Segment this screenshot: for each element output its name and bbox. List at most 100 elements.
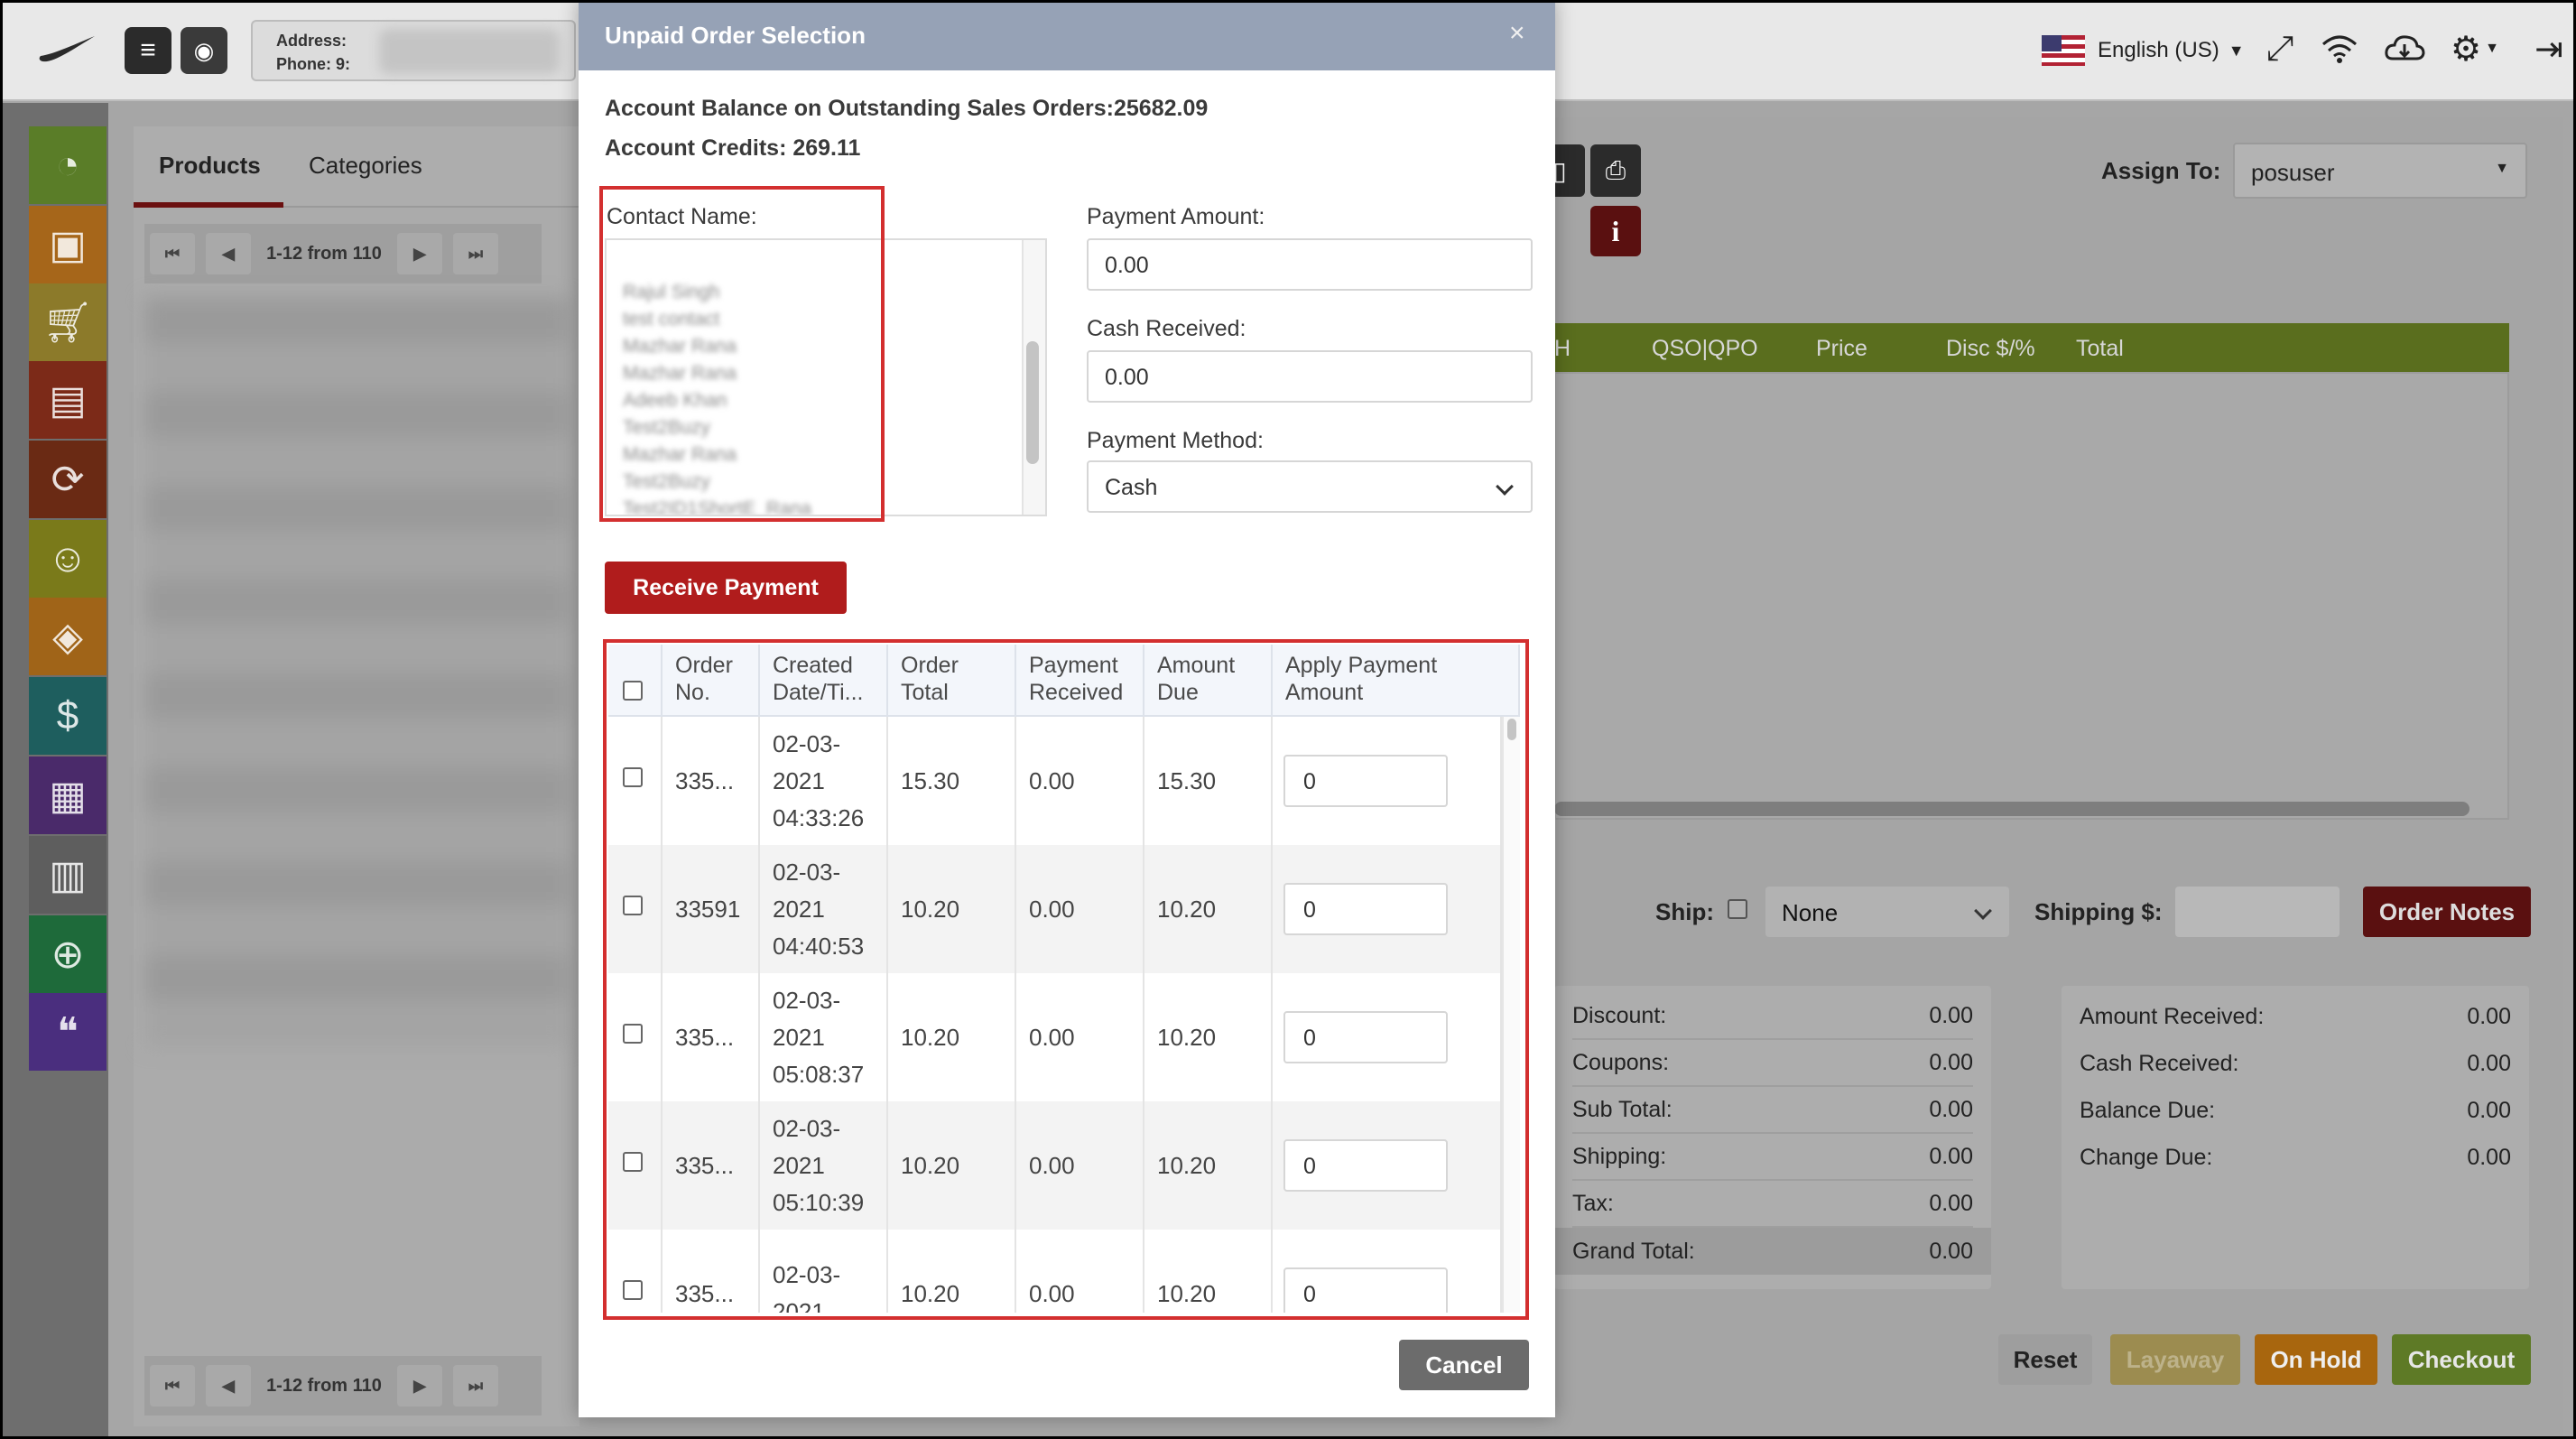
grand-total-row: Grand Total: 0.00 — [1554, 1228, 1991, 1275]
product-grid[interactable] — [144, 298, 569, 1047]
change-due-row: Change Due: 0.00 — [2080, 1134, 2511, 1181]
totals-right: Amount Received: 0.00 Cash Received: 0.00 … — [2062, 986, 2529, 1289]
document-icon[interactable]: ⎙ — [1590, 144, 1641, 197]
shipping-input[interactable] — [2175, 887, 2340, 937]
payment-method-select[interactable]: Cash — [1087, 460, 1533, 513]
total-label: Balance Due: — [2080, 1097, 2216, 1123]
shipping-row: Shipping: 0.00 — [1572, 1134, 1973, 1181]
language-selector[interactable]: English (US) ▼ — [2042, 32, 2245, 69]
checkout-button[interactable]: Checkout — [2392, 1334, 2531, 1385]
amount-received-row: Amount Received: 0.00 — [2080, 993, 2511, 1040]
tab-products[interactable]: Products — [159, 152, 261, 180]
reset-button[interactable]: Reset — [1998, 1334, 2092, 1385]
orders-highlight-box — [603, 639, 1529, 1320]
ship-value: None — [1782, 899, 1839, 926]
hamburger-icon: ≡ — [140, 35, 156, 65]
cart-scrollbar[interactable] — [1554, 802, 2469, 816]
cart-col: H — [1554, 336, 1571, 361]
last-page-icon[interactable]: ⏭ — [453, 233, 498, 274]
cloud-download-icon[interactable] — [2383, 27, 2426, 70]
sidebar-customers-icon[interactable]: ☺ — [29, 520, 107, 598]
blurred-info — [379, 29, 560, 74]
first-page-icon[interactable]: ⏮ — [150, 1365, 195, 1407]
total-value: 0.00 — [2467, 1144, 2511, 1170]
layaway-button[interactable]: Layaway — [2110, 1334, 2240, 1385]
menu-button[interactable]: ≡ — [125, 27, 171, 74]
tax-row: Tax: 0.00 — [1572, 1181, 1973, 1228]
cancel-button[interactable]: Cancel — [1399, 1340, 1529, 1390]
discount-row: Discount: 0.00 — [1572, 993, 1973, 1040]
customer-info[interactable]: Address: Phone: 9: — [251, 20, 576, 81]
sidebar-pos-icon[interactable]: ▣ — [29, 206, 107, 283]
info-icon[interactable]: i — [1590, 206, 1641, 256]
sidebar-returns-icon[interactable]: ⟳ — [29, 441, 107, 518]
chevron-down-icon — [1496, 478, 1514, 496]
order-notes-button[interactable]: Order Notes — [2363, 887, 2531, 937]
assign-select[interactable]: posuser — [2233, 143, 2527, 199]
total-label: Amount Received: — [2080, 1003, 2265, 1029]
sidebar-reports-icon[interactable]: ▦ — [29, 757, 107, 834]
prev-page-icon[interactable]: ◀ — [206, 1365, 251, 1407]
coupons-row: Coupons: 0.00 — [1572, 1040, 1973, 1087]
close-icon[interactable]: × — [1509, 18, 1525, 49]
cash-received-input[interactable]: 0.00 — [1087, 350, 1533, 403]
ship-checkbox[interactable] — [1728, 899, 1747, 919]
prev-page-icon[interactable]: ◀ — [206, 233, 251, 274]
total-label: Discount: — [1572, 1002, 1667, 1028]
total-value: 0.00 — [2467, 1003, 2511, 1029]
total-label: Grand Total: — [1572, 1238, 1695, 1264]
logout-icon[interactable]: ⇥ — [2527, 27, 2571, 70]
cart-body — [1554, 372, 2509, 820]
us-flag-icon — [2042, 35, 2085, 66]
cart-col: Disc $/% — [1946, 336, 2035, 361]
total-value: 0.00 — [2467, 1050, 2511, 1076]
next-page-icon[interactable]: ▶ — [397, 233, 442, 274]
sidebar-products-icon[interactable]: ◈ — [29, 598, 107, 675]
pager-bottom: ⏮ ◀ 1-12 from 110 ▶ ⏭ — [144, 1356, 542, 1416]
balance-due-row: Balance Due: 0.00 — [2080, 1087, 2511, 1134]
payment-method-label: Payment Method: — [1087, 428, 1264, 453]
sidebar-quotes-icon[interactable]: ❝ — [29, 993, 107, 1071]
receive-payment-button[interactable]: Receive Payment — [605, 562, 847, 614]
contact-highlight-box — [599, 186, 885, 522]
settings-gear-icon[interactable]: ⚙ ▼ — [2446, 27, 2504, 70]
ship-select[interactable]: None — [1765, 887, 2009, 937]
total-value: 0.00 — [1929, 1238, 1973, 1264]
tab-categories[interactable]: Categories — [309, 152, 422, 180]
sidebar-payments-icon[interactable]: $ — [29, 677, 107, 755]
dialog-title: Unpaid Order Selection — [605, 22, 866, 49]
total-label: Sub Total: — [1572, 1096, 1673, 1122]
next-page-icon[interactable]: ▶ — [397, 1365, 442, 1407]
subtotal-row: Sub Total: 0.00 — [1572, 1087, 1973, 1134]
language-label: English (US) — [2098, 38, 2219, 62]
pager-text: 1-12 from 110 — [266, 1375, 382, 1396]
sidebar-cart-icon[interactable]: 🛒︎ — [29, 283, 107, 361]
payment-amount-input[interactable]: 0.00 — [1087, 238, 1533, 291]
total-value: 0.00 — [1929, 1096, 1973, 1122]
account-balance: Account Balance on Outstanding Sales Ord… — [605, 96, 1209, 121]
total-label: Coupons: — [1572, 1049, 1670, 1075]
view-button[interactable]: ◉ — [181, 27, 227, 74]
total-label: Shipping: — [1572, 1143, 1667, 1169]
shipping-label: Shipping $: — [2034, 898, 2163, 925]
total-value: 0.00 — [1929, 1143, 1973, 1169]
pager-top: ⏮ ◀ 1-12 from 110 ▶ ⏭ — [144, 224, 542, 283]
last-page-icon[interactable]: ⏭ — [453, 1365, 498, 1407]
on-hold-button[interactable]: On Hold — [2255, 1334, 2377, 1385]
sidebar-orders-icon[interactable]: ▤ — [29, 361, 107, 439]
cart-col: Price — [1816, 336, 1867, 361]
sidebar-cash-icon[interactable]: ⊕ — [29, 915, 107, 993]
chevron-down-icon — [1974, 902, 1992, 920]
total-value: 0.00 — [2467, 1097, 2511, 1123]
cart-col: QSO|QPO — [1652, 336, 1758, 361]
sidebar-dashboard-icon[interactable]: ◔ — [29, 126, 107, 204]
fullscreen-icon[interactable]: ⤢ — [2258, 27, 2302, 70]
contact-scroll-thumb[interactable] — [1026, 341, 1039, 464]
total-value: 0.00 — [1929, 1002, 1973, 1028]
active-tab-indicator — [134, 202, 283, 208]
cart-col: Total — [2076, 336, 2124, 361]
sidebar-register-icon[interactable]: ▥ — [29, 836, 107, 914]
first-page-icon[interactable]: ⏮ — [150, 233, 195, 274]
cart-header: H QSO|QPO Price Disc $/% Total — [1554, 323, 2509, 372]
payment-method-value: Cash — [1105, 475, 1158, 500]
